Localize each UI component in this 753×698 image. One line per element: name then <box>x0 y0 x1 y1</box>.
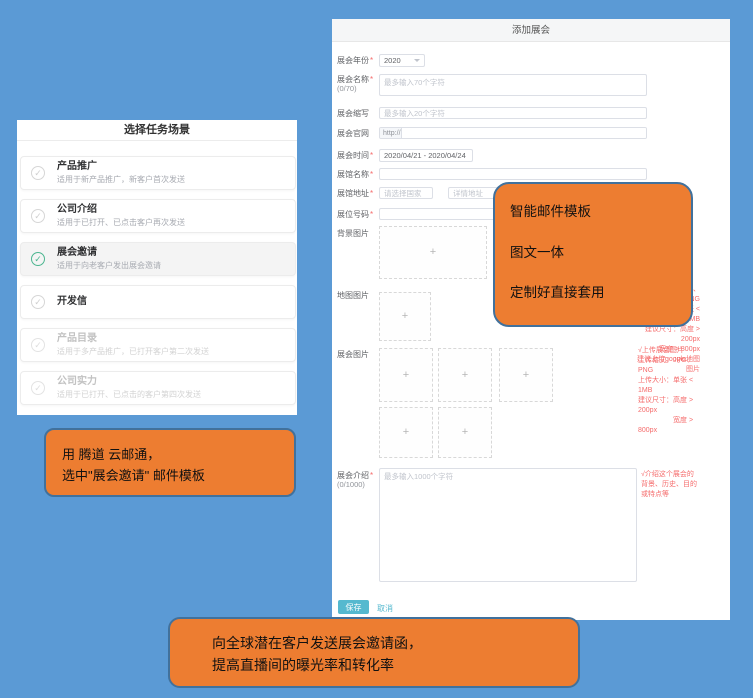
year-select-value: 2020 <box>384 56 401 65</box>
scenario-title: 开发信 <box>57 296 87 308</box>
plus-icon: + <box>402 311 408 322</box>
callout-line: 选中"展会邀请" 邮件模板 <box>62 465 294 486</box>
exhibition-website-input[interactable] <box>402 128 646 138</box>
cancel-button[interactable]: 取消 <box>377 603 393 614</box>
scenario-subtitle: 适用于已打开、已点击的客户第四次发送 <box>57 390 201 400</box>
save-button[interactable]: 保存 <box>338 600 369 614</box>
map-image-label: 地图图片 <box>337 291 379 300</box>
callout-line: 智能邮件模板 <box>510 200 681 220</box>
scenario-title: 产品目录 <box>57 333 209 345</box>
expo-image-upload-box[interactable]: + <box>438 348 492 402</box>
bg-image-upload-box[interactable]: + <box>379 226 487 279</box>
check-circle-green-icon: ✓ <box>31 252 45 266</box>
required-asterisk: * <box>370 170 373 179</box>
intro-label: 展会介绍* <box>337 471 379 480</box>
booth-label: 展位号码* <box>337 210 379 219</box>
exhibition-name-input[interactable] <box>379 74 647 96</box>
callout-line: 图文一体 <box>510 241 681 261</box>
check-circle-icon: ✓ <box>31 295 45 309</box>
name-label: 展会名称* <box>337 75 379 84</box>
callout-send-invitation: 向全球潜在客户发送展会邀请函， 提高直播间的曝光率和转化率 <box>168 617 580 688</box>
required-asterisk: * <box>370 189 373 198</box>
scenario-item-exhibition-invite[interactable]: ✓ 展会邀请 适用于向老客户发出展会邀请 <box>20 242 296 276</box>
intro-hint: √介绍这个展会的背景、历史、目的或特点等 <box>641 470 698 500</box>
char-counter: (0/1000) <box>337 480 365 489</box>
scenario-item-product-catalog[interactable]: ✓ 产品目录 适用于多产品推广，已打开客户第二次发送 <box>20 328 296 362</box>
scenario-title: 公司介绍 <box>57 204 185 216</box>
scenario-item-company-strength[interactable]: ✓ 公司实力 适用于已打开、已点击的客户第四次发送 <box>20 371 296 405</box>
required-asterisk: * <box>370 210 373 219</box>
scenario-item-company-intro[interactable]: ✓ 公司介绍 适用于已打开、已点击客户再次发送 <box>20 199 296 233</box>
scenario-subtitle: 适用于已打开、已点击客户再次发送 <box>57 218 185 228</box>
scenario-subtitle: 适用于新产品推广，新客户首次发送 <box>57 175 185 185</box>
required-asterisk: * <box>370 56 373 65</box>
check-circle-icon: ✓ <box>31 209 45 223</box>
char-counter: (0/70) <box>337 84 357 93</box>
map-image-upload-box[interactable]: + <box>379 292 431 341</box>
scenario-subtitle: 适用于向老客户发出展会邀请 <box>57 261 161 271</box>
check-circle-icon: ✓ <box>31 338 45 352</box>
callout-line: 提高直播间的曝光率和转化率 <box>212 654 578 676</box>
required-asterisk: * <box>370 75 373 84</box>
check-circle-icon: ✓ <box>31 381 45 395</box>
scenario-picker-panel: 选择任务场景 ✓ 产品推广 适用于新产品推广，新客户首次发送 ✓ 公司介绍 适用… <box>17 120 297 415</box>
scenario-panel-title: 选择任务场景 <box>17 120 297 141</box>
scenario-item-cold-letter[interactable]: ✓ 开发信 <box>20 285 296 319</box>
scenario-list: ✓ 产品推广 适用于新产品推广，新客户首次发送 ✓ 公司介绍 适用于已打开、已点… <box>20 156 296 414</box>
chevron-down-icon <box>414 59 420 62</box>
scenario-title: 产品推广 <box>57 161 185 173</box>
website-label: 展会官网 <box>337 129 379 138</box>
url-prefix: http:// <box>380 128 402 138</box>
expo-images-hint: √上传展会图片 上传格式：JPG、PNG 上传大小：单张 < 1MB 建议尺寸：… <box>638 346 700 436</box>
country-select-input[interactable] <box>379 187 433 199</box>
scenario-title: 公司实力 <box>57 376 201 388</box>
expo-images-label: 展会图片 <box>337 350 379 359</box>
form-title: 添加展会 <box>332 19 730 42</box>
venue-label: 展馆名称* <box>337 170 379 179</box>
scenario-title: 展会邀请 <box>57 247 161 259</box>
plus-icon: + <box>462 427 468 438</box>
callout-smart-template: 智能邮件模板 图文一体 定制好直接套用 <box>493 182 693 327</box>
required-asterisk: * <box>370 151 373 160</box>
venue-name-input[interactable] <box>379 168 647 180</box>
callout-select-template: 用 腾道 云邮通， 选中"展会邀请" 邮件模板 <box>44 428 296 497</box>
exhibition-intro-input[interactable] <box>379 468 637 582</box>
plus-icon: + <box>523 370 529 381</box>
exhibition-abbr-input[interactable] <box>379 107 647 119</box>
website-input-group: http:// <box>379 127 647 139</box>
callout-line: 定制好直接套用 <box>510 281 681 301</box>
callout-line: 向全球潜在客户发送展会邀请函， <box>212 632 578 654</box>
required-asterisk: * <box>370 471 373 480</box>
time-label: 展会时间* <box>337 151 379 160</box>
exhibition-time-input[interactable] <box>379 149 473 162</box>
plus-icon: + <box>462 370 468 381</box>
expo-image-upload-box[interactable]: + <box>499 348 553 402</box>
scenario-subtitle: 适用于多产品推广，已打开客户第二次发送 <box>57 347 209 357</box>
scenario-item-product-promo[interactable]: ✓ 产品推广 适用于新产品推广，新客户首次发送 <box>20 156 296 190</box>
callout-line: 用 腾道 云邮通， <box>62 444 294 465</box>
address-label: 展馆地址* <box>337 189 379 198</box>
plus-icon: + <box>430 247 436 258</box>
year-label: 展会年份* <box>337 56 379 65</box>
expo-image-upload-box[interactable]: + <box>379 348 433 402</box>
plus-icon: + <box>403 370 409 381</box>
check-circle-icon: ✓ <box>31 166 45 180</box>
bg-image-label: 背景图片 <box>337 229 379 238</box>
plus-icon: + <box>403 427 409 438</box>
expo-image-upload-box[interactable]: + <box>438 407 492 458</box>
year-select[interactable]: 2020 <box>379 54 425 67</box>
abbr-label: 展会缩写 <box>337 109 379 118</box>
expo-image-upload-box[interactable]: + <box>379 407 433 458</box>
